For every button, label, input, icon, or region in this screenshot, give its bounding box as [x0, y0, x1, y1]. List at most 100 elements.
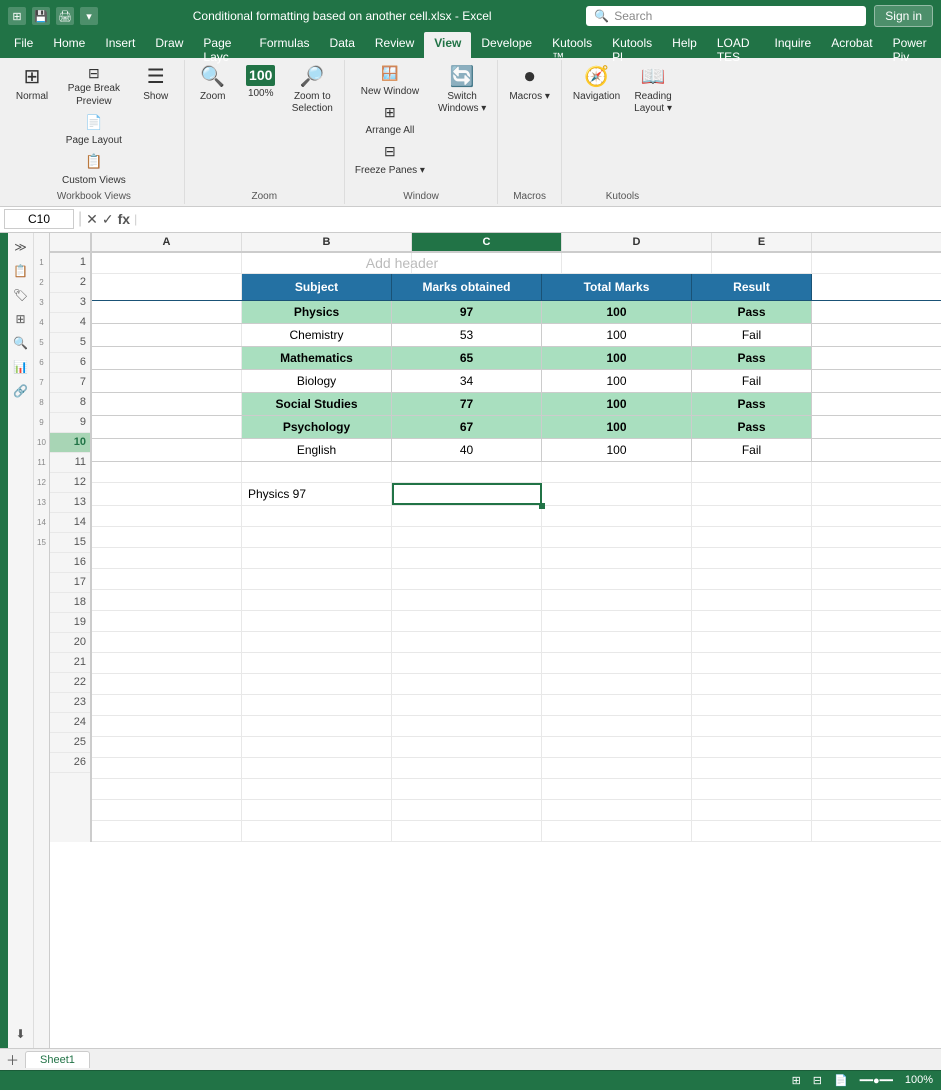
normal-button[interactable]: ⊞ Normal [10, 62, 54, 106]
cell-marks-5[interactable]: 67 [392, 416, 542, 438]
cell-subject-0[interactable]: Physics [242, 301, 392, 323]
cell-c-r14[interactable] [392, 569, 542, 589]
cell-d-r18[interactable] [542, 653, 692, 673]
cell-b-r12[interactable] [242, 527, 392, 547]
undo-dropdown-icon[interactable]: ▾ [80, 7, 98, 25]
cell-b-r23[interactable] [242, 758, 392, 778]
cell-e-r15[interactable] [692, 590, 812, 610]
customviews-button[interactable]: 📋 Custom Views [58, 150, 130, 188]
sign-in-button[interactable]: Sign in [874, 5, 933, 27]
cell-result-1[interactable]: Fail [692, 324, 812, 346]
cell-e-r24[interactable] [692, 779, 812, 799]
cell-b-r15[interactable] [242, 590, 392, 610]
cell-c-r11[interactable] [392, 506, 542, 526]
zoomtoselection-button[interactable]: 🔎 Zoom toSelection [287, 62, 338, 118]
sidebar-chart-icon[interactable]: 📊 [11, 357, 31, 377]
tab-view[interactable]: View [424, 32, 471, 58]
cell-total-1[interactable]: 100 [542, 324, 692, 346]
cell-a-r19[interactable] [92, 674, 242, 694]
th-total[interactable]: Total Marks [542, 274, 692, 300]
show-button[interactable]: ☰ Show [134, 62, 178, 106]
cell-d-r10[interactable] [542, 483, 692, 505]
newwindow-button[interactable]: 🪟 New Window [351, 62, 429, 100]
view-page-icon[interactable]: 📄 [834, 1074, 848, 1087]
col-header-b[interactable]: B [242, 233, 412, 251]
sidebar-named-icon[interactable]: 🏷 [11, 285, 31, 305]
cell-b-r13[interactable] [242, 548, 392, 568]
print-icon[interactable]: 🖨 [56, 7, 74, 25]
cell-e-r16[interactable] [692, 611, 812, 631]
cell-marks-6[interactable]: 40 [392, 439, 542, 461]
tab-data[interactable]: Data [320, 32, 365, 58]
tab-loadtes[interactable]: LOAD TES [707, 32, 765, 58]
cell-d-r25[interactable] [542, 800, 692, 820]
cell-b-r7[interactable] [242, 462, 392, 482]
cell-c-r15[interactable] [392, 590, 542, 610]
cell-reference-input[interactable]: C10 [4, 209, 74, 229]
cell-a-r10[interactable] [92, 483, 242, 505]
tab-review[interactable]: Review [365, 32, 424, 58]
cell-c-r23[interactable] [392, 758, 542, 778]
cell-d-r14[interactable] [542, 569, 692, 589]
cell-c-r16[interactable] [392, 611, 542, 631]
cell-subject-2[interactable]: Mathematics [242, 347, 392, 369]
search-bar[interactable]: 🔍 Search [586, 6, 866, 26]
cell-a-r2[interactable] [92, 347, 242, 369]
tab-help[interactable]: Help [662, 32, 707, 58]
tab-draw[interactable]: Draw [145, 32, 193, 58]
cell-d-r26[interactable] [542, 821, 692, 841]
cell-d-r20[interactable] [542, 695, 692, 715]
cell-c-r20[interactable] [392, 695, 542, 715]
cell-a-r21[interactable] [92, 716, 242, 736]
tab-formulas[interactable]: Formulas [250, 32, 320, 58]
cell-b-r17[interactable] [242, 632, 392, 652]
tab-home[interactable]: Home [43, 32, 95, 58]
tab-kutools[interactable]: Kutools ™ [542, 32, 602, 58]
cell-b-r25[interactable] [242, 800, 392, 820]
cell-e-r25[interactable] [692, 800, 812, 820]
cell-c-r18[interactable] [392, 653, 542, 673]
tab-powerpiv[interactable]: Power Piv [883, 32, 937, 58]
cell-c-r24[interactable] [392, 779, 542, 799]
cell-b-r11[interactable] [242, 506, 392, 526]
confirm-formula-icon[interactable]: ✓ [102, 211, 114, 228]
tab-acrobat[interactable]: Acrobat [821, 32, 882, 58]
cell-result-5[interactable]: Pass [692, 416, 812, 438]
cell-e-r18[interactable] [692, 653, 812, 673]
cell-e-r22[interactable] [692, 737, 812, 757]
cell-c10-selected[interactable] [392, 483, 542, 505]
cell-total-5[interactable]: 100 [542, 416, 692, 438]
cell-d-r12[interactable] [542, 527, 692, 547]
cell-c-r12[interactable] [392, 527, 542, 547]
view-normal-icon[interactable]: ⊞ [792, 1074, 801, 1087]
cell-a-r4[interactable] [92, 393, 242, 415]
switchwindows-button[interactable]: 🔄 SwitchWindows ▾ [433, 62, 491, 118]
tab-file[interactable]: File [4, 32, 43, 58]
cell-marks-1[interactable]: 53 [392, 324, 542, 346]
th-marks[interactable]: Marks obtained [392, 274, 542, 300]
zoom100-button[interactable]: 100 100% [239, 62, 283, 103]
cell-d-r19[interactable] [542, 674, 692, 694]
cell-b-r22[interactable] [242, 737, 392, 757]
cell-b-r18[interactable] [242, 653, 392, 673]
cell-e-r26[interactable] [692, 821, 812, 841]
formula-input[interactable] [141, 210, 937, 228]
cell-a-r25[interactable] [92, 800, 242, 820]
cell-marks-4[interactable]: 77 [392, 393, 542, 415]
cell-c-r13[interactable] [392, 548, 542, 568]
cell-e-r14[interactable] [692, 569, 812, 589]
cell-e1[interactable] [712, 253, 812, 273]
col-header-a[interactable]: A [92, 233, 242, 251]
cell-c-r26[interactable] [392, 821, 542, 841]
cell-e-r19[interactable] [692, 674, 812, 694]
cell-c-r17[interactable] [392, 632, 542, 652]
cell-c-r21[interactable] [392, 716, 542, 736]
tab-kutoospi[interactable]: Kutools Pl [602, 32, 662, 58]
cell-result-6[interactable]: Fail [692, 439, 812, 461]
cell-d-r11[interactable] [542, 506, 692, 526]
cell-d-r7[interactable] [542, 462, 692, 482]
cell-a-r26[interactable] [92, 821, 242, 841]
cell-marks-3[interactable]: 34 [392, 370, 542, 392]
cell-a-r7[interactable] [92, 462, 242, 482]
cell-total-2[interactable]: 100 [542, 347, 692, 369]
